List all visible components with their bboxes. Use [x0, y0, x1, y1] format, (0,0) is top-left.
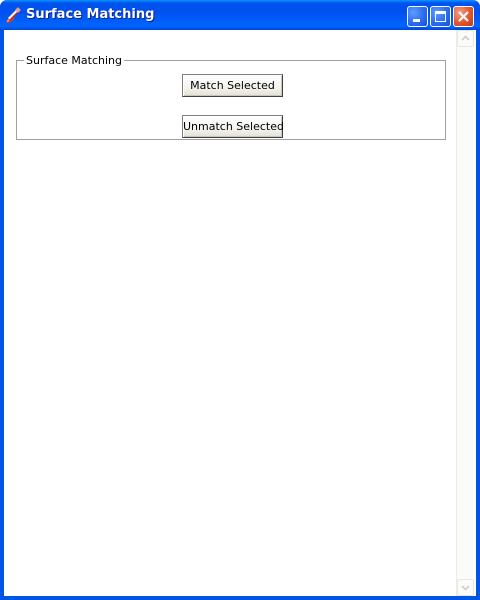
close-icon — [458, 11, 469, 22]
minimize-button[interactable] — [407, 6, 428, 27]
maximize-button[interactable] — [430, 6, 451, 27]
vertical-scrollbar[interactable] — [456, 30, 474, 596]
unmatch-selected-button[interactable]: Unmatch Selected — [182, 115, 284, 138]
window-title: Surface Matching — [26, 7, 155, 22]
scroll-down-arrow-icon — [461, 585, 470, 591]
title-bar[interactable]: Surface Matching — [0, 0, 480, 30]
app-window: Surface Matching Surface Matching Match … — [0, 0, 480, 600]
scroll-down-button[interactable] — [457, 579, 474, 596]
maximize-icon — [435, 11, 446, 22]
scroll-up-button[interactable] — [457, 30, 474, 47]
match-selected-button[interactable]: Match Selected — [182, 74, 283, 97]
client-area: Surface Matching Match Selected Unmatch … — [4, 30, 476, 596]
minimize-icon — [413, 19, 420, 22]
close-button[interactable] — [453, 6, 474, 27]
group-label: Surface Matching — [24, 54, 124, 68]
scroll-up-arrow-icon — [461, 35, 470, 41]
pencil-app-icon[interactable] — [5, 7, 21, 25]
